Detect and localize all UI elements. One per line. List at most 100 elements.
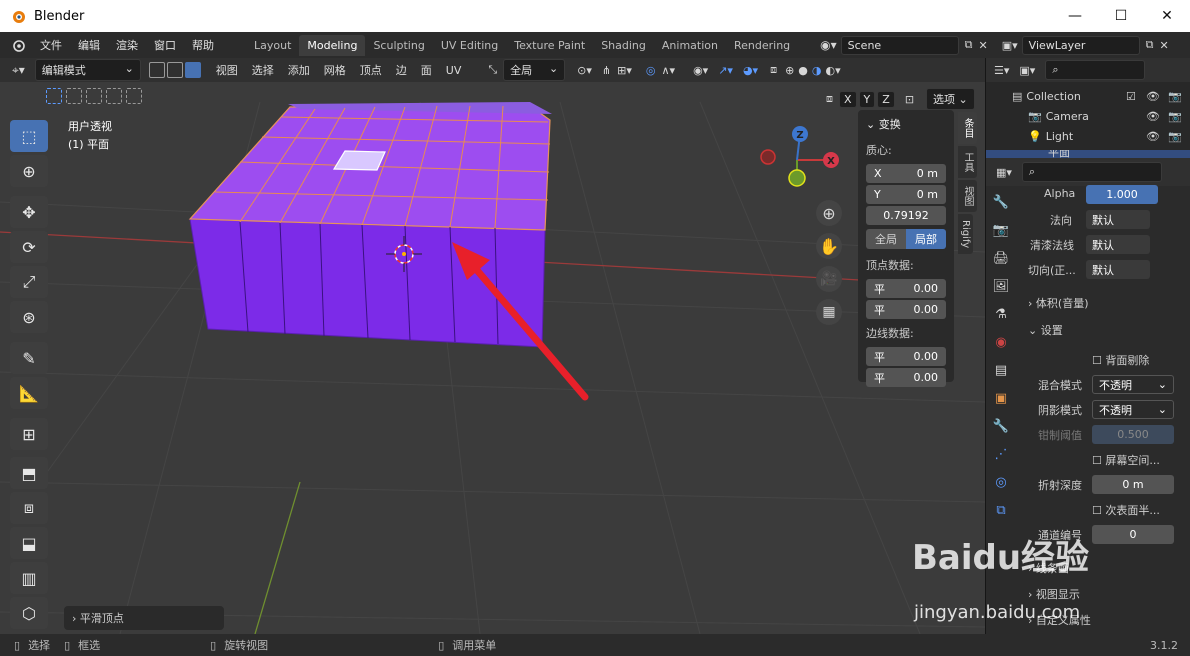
transform-tool[interactable]: ⊛ (10, 301, 48, 333)
menu-uv[interactable]: UV (439, 64, 469, 77)
close-button[interactable]: ✕ (1144, 0, 1190, 32)
wireframe-shading-icon[interactable]: ⊕ (785, 64, 794, 77)
remove-scene-icon[interactable]: ✕ (979, 39, 988, 52)
new-scene-icon[interactable]: ⧉ (965, 38, 973, 52)
tab-animation[interactable]: Animation (654, 35, 726, 56)
backface-culling-checkbox[interactable]: ☐ 背面剔除 (1092, 352, 1149, 368)
visibility-icon[interactable]: ◉▾ (693, 64, 708, 77)
menu-face[interactable]: 面 (414, 62, 439, 78)
mirror-z-toggle[interactable]: Z (877, 90, 895, 108)
eye-icon[interactable]: 👁 (1146, 90, 1160, 103)
physics-props-icon[interactable]: ◎ (986, 468, 1016, 496)
tab-uv-editing[interactable]: UV Editing (433, 35, 506, 56)
menu-select[interactable]: 选择 (245, 62, 281, 78)
scene-props-icon[interactable]: ⚗ (986, 300, 1016, 328)
tab-sculpting[interactable]: Sculpting (365, 35, 432, 56)
viewlayer-field[interactable]: ViewLayer (1021, 35, 1140, 55)
view-layer-props-icon[interactable]: 🖼 (986, 272, 1016, 300)
menu-mesh[interactable]: 网格 (317, 62, 353, 78)
viewport-display-section-header[interactable]: › 视图显示 (1028, 586, 1080, 602)
edge-bevel-field[interactable]: 平 0.00 (866, 347, 946, 366)
constraints-props-icon[interactable]: ⧉ (986, 496, 1016, 524)
menu-file[interactable]: 文件 (32, 37, 70, 53)
xray-icon[interactable]: ⧈ (770, 63, 777, 77)
remove-viewlayer-icon[interactable]: ✕ (1160, 39, 1169, 52)
menu-edge[interactable]: 边 (389, 62, 414, 78)
minimize-button[interactable]: — (1052, 0, 1098, 32)
new-viewlayer-icon[interactable]: ⧉ (1146, 38, 1154, 52)
last-operator-panel[interactable]: › 平滑顶点 (64, 606, 224, 630)
median-z-field[interactable]: 0.79192 (866, 206, 946, 225)
bevel-tool[interactable]: ⬓ (10, 527, 48, 559)
display-mode-icon[interactable]: ☰▾ (994, 64, 1009, 77)
normal-field[interactable]: 默认 (1086, 210, 1150, 229)
particles-props-icon[interactable]: ⋰ (986, 440, 1016, 468)
select-extend-icon[interactable] (66, 88, 82, 104)
overlay-icon[interactable]: ◕▾ (743, 64, 758, 77)
cursor-tool[interactable]: ⊕ (10, 155, 48, 187)
outliner-search-input[interactable]: ⌕ (1045, 60, 1146, 80)
editor-type-icon[interactable]: ▦▾ (996, 166, 1012, 179)
vertex-bevel-field[interactable]: 平 0.00 (866, 279, 946, 298)
tab-rendering[interactable]: Rendering (726, 35, 798, 56)
camera-view-icon[interactable]: 🎥 (816, 266, 842, 292)
annotate-tool[interactable]: ✎ (10, 342, 48, 374)
rotate-tool[interactable]: ⟳ (10, 231, 48, 263)
mode-dropdown[interactable]: 编辑模式 ⌄ (34, 59, 141, 81)
ortho-toggle-icon[interactable]: ▦ (816, 299, 842, 325)
outliner-row-camera[interactable]: 📷 Camera (1028, 110, 1089, 123)
camera-render-icon[interactable]: 📷 (1168, 130, 1182, 143)
scene-field[interactable]: Scene (840, 35, 959, 55)
refraction-depth-field[interactable]: 0 m (1092, 475, 1174, 494)
auto-merge-icon[interactable]: ⊡ (905, 93, 914, 106)
tab-rigify[interactable]: Rigify (958, 214, 973, 255)
select-intersect-icon[interactable] (126, 88, 142, 104)
zoom-icon[interactable]: ⊕ (816, 200, 842, 226)
falloff-icon[interactable]: ∧▾ (662, 64, 676, 77)
mirror-x-toggle[interactable]: X (839, 90, 857, 108)
gizmo-icon[interactable]: ↗▾ (718, 64, 733, 77)
menu-render[interactable]: 渲染 (108, 37, 146, 53)
scale-tool[interactable]: ⤢ (10, 266, 48, 298)
material-shading-icon[interactable]: ◑ (812, 64, 822, 77)
global-toggle[interactable]: 全局 (866, 229, 906, 249)
tab-modeling[interactable]: Modeling (299, 34, 366, 56)
measure-tool[interactable]: 📐 (10, 377, 48, 409)
rendered-shading-icon[interactable]: ◐▾ (826, 64, 841, 77)
blender-menu-icon[interactable] (8, 37, 28, 53)
menu-add[interactable]: 添加 (281, 62, 317, 78)
extrude-tool[interactable]: ⬒ (10, 457, 48, 489)
pivot-icon[interactable]: ⊙▾ (577, 64, 592, 77)
select-box-tool[interactable]: ⬚ (10, 120, 48, 152)
menu-edit[interactable]: 编辑 (70, 37, 108, 53)
tangent-field[interactable]: 默认 (1086, 260, 1150, 279)
face-select-icon[interactable] (184, 62, 201, 78)
tool-props-icon[interactable]: 🔧 (986, 188, 1016, 216)
median-y-field[interactable]: Y 0 m (866, 185, 946, 204)
shadow-mode-dropdown[interactable]: 不透明 ⌄ (1092, 400, 1174, 419)
settings-section-header[interactable]: ⌄ 设置 (1028, 322, 1063, 338)
local-toggle[interactable]: 局部 (906, 229, 946, 249)
menu-view[interactable]: 视图 (209, 62, 245, 78)
outliner-row-plane[interactable]: 平面 (986, 150, 1190, 158)
outliner-row-light[interactable]: 💡 Light (1028, 130, 1073, 143)
tab-texture-paint[interactable]: Texture Paint (506, 35, 593, 56)
edge-select-icon[interactable] (166, 62, 183, 78)
camera-render-icon[interactable]: 📷 (1168, 110, 1182, 123)
proportional-edit-icon[interactable]: ◎ (646, 64, 656, 77)
vertex-crease-field[interactable]: 平 0.00 (866, 300, 946, 319)
object-props-icon[interactable]: ▣ (986, 384, 1016, 412)
transform-section-header[interactable]: ⌄ 变换 (858, 110, 954, 138)
modifier-props-icon[interactable]: 🔧 (986, 412, 1016, 440)
move-tool[interactable]: ✥ (10, 196, 48, 228)
outliner-row-collection[interactable]: ▤ Collection (1012, 90, 1081, 103)
transform-orientation-dropdown[interactable]: 全局 ⌄ (503, 59, 566, 81)
edge-crease-field[interactable]: 平 0.00 (866, 368, 946, 387)
alpha-field[interactable]: 1.000 (1086, 185, 1158, 204)
tab-tool[interactable]: 工具 (958, 146, 977, 178)
transform-orientation-icon[interactable]: ⤡ (488, 63, 497, 77)
tab-layout[interactable]: Layout (246, 35, 299, 56)
blend-mode-dropdown[interactable]: 不透明 ⌄ (1092, 375, 1174, 394)
properties-search-input[interactable]: ⌕ (1021, 162, 1162, 182)
viewlayer-icon[interactable]: ▣▾ (1002, 39, 1018, 52)
